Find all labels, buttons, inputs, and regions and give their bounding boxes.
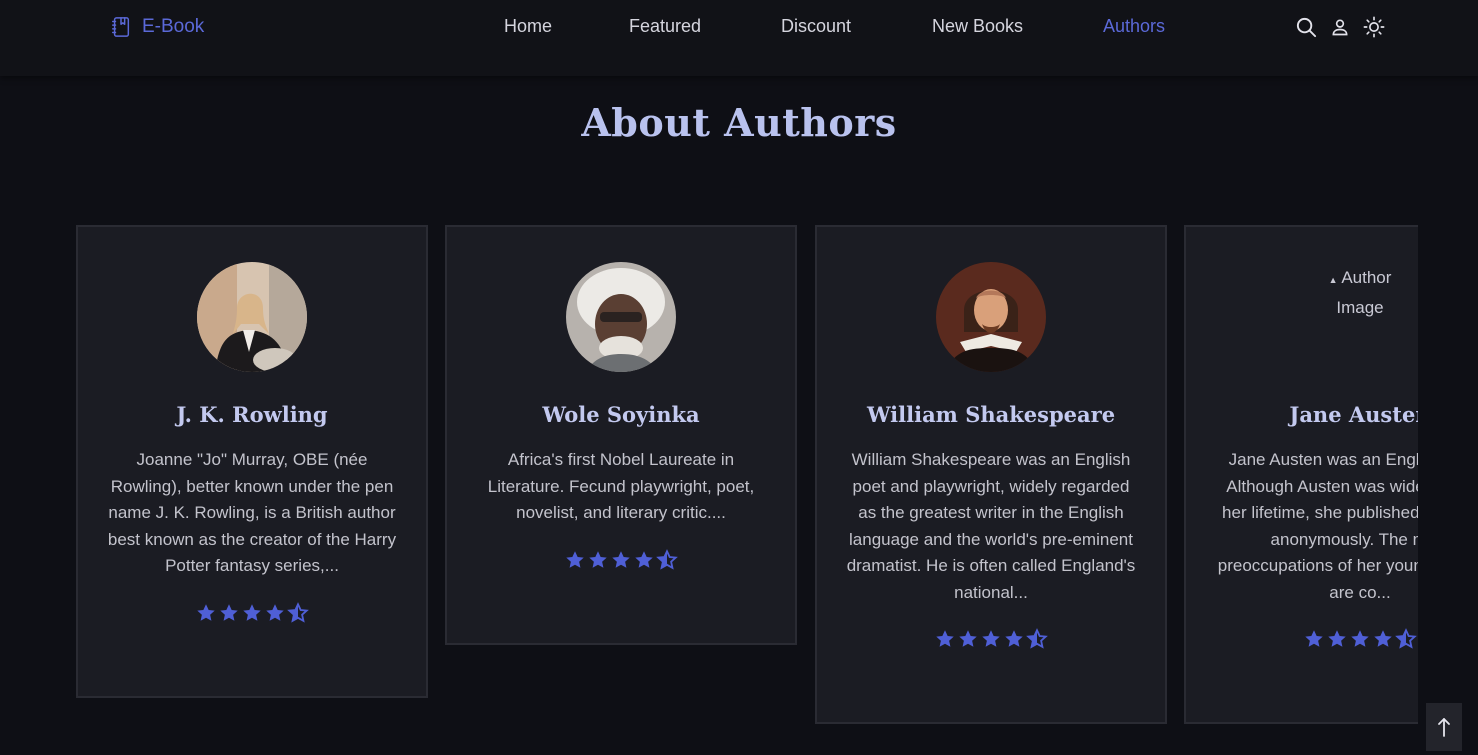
star-icon: [635, 550, 653, 568]
star-half-icon: [287, 601, 309, 623]
star-half-icon: [1026, 628, 1048, 649]
star-icon: [266, 603, 284, 621]
main-nav: Home Featured Discount New Books Authors: [0, 14, 1478, 40]
star-icon: [1351, 630, 1369, 647]
star-icon: [936, 630, 954, 647]
star-icon: [1328, 630, 1346, 647]
author-name: Jane Austen: [1289, 402, 1418, 427]
arrow-up-icon: [1438, 718, 1450, 737]
sun-icon[interactable]: [1362, 15, 1386, 39]
author-card: J. K. Rowling Joanne "Jo" Murray, OBE (n…: [76, 225, 428, 698]
star-icon: [197, 603, 215, 621]
authors-carousel[interactable]: J. K. Rowling Joanne "Jo" Murray, OBE (n…: [76, 225, 1418, 725]
author-description: Africa's first Nobel Laureate in Literat…: [487, 450, 755, 522]
author-name: William Shakespeare: [866, 402, 1116, 427]
star-icon: [1305, 630, 1323, 647]
author-avatar: [566, 262, 676, 372]
broken-image-icon: ▲: [1328, 275, 1338, 285]
author-avatar: [936, 262, 1046, 372]
author-rating: [1186, 628, 1418, 650]
author-name: Wole Soyinka: [542, 402, 700, 427]
star-icon: [959, 630, 977, 647]
star-icon: [566, 550, 584, 568]
star-half-icon: [1395, 628, 1417, 649]
author-description: William Shakespeare was an English poet …: [846, 450, 1136, 602]
author-name: J. K. Rowling: [176, 402, 328, 427]
author-rating: [817, 628, 1165, 650]
star-icon: [243, 603, 261, 621]
star-icon: [612, 550, 630, 568]
user-icon[interactable]: [1328, 15, 1352, 39]
star-icon: [982, 630, 1000, 647]
author-rating: [78, 601, 426, 624]
star-icon: [1374, 630, 1392, 647]
nav-home[interactable]: Home: [504, 16, 552, 37]
nav-featured[interactable]: Featured: [629, 16, 701, 37]
author-card: Wole Soyinka Africa's first Nobel Laurea…: [445, 225, 797, 645]
star-icon: [589, 550, 607, 568]
star-icon: [1005, 630, 1023, 647]
header-actions: [1294, 14, 1386, 40]
nav-authors[interactable]: Authors: [1103, 16, 1165, 37]
author-avatar: [197, 262, 307, 372]
star-icon: [220, 603, 238, 621]
back-to-top-button[interactable]: [1426, 703, 1462, 751]
author-card: William Shakespeare William Shakespeare …: [815, 225, 1167, 724]
nav-new-books[interactable]: New Books: [932, 16, 1023, 37]
author-description: Jane Austen was an English writer. Altho…: [1217, 450, 1418, 602]
author-rating: [447, 548, 795, 571]
nav-discount[interactable]: Discount: [781, 16, 851, 37]
site-header: E-Book Home Featured Discount New Books …: [0, 0, 1478, 76]
author-description: Joanne "Jo" Murray, OBE (née Rowling), b…: [107, 450, 397, 575]
author-image-broken: ▲ Author Image: [1305, 262, 1415, 372]
search-icon[interactable]: [1294, 15, 1318, 39]
author-card: ▲ Author Image Jane Austen Jane Austen w…: [1184, 225, 1418, 724]
star-half-icon: [656, 548, 678, 570]
image-alt-text: Author Image: [1336, 268, 1392, 317]
section-title: About Authors: [581, 100, 897, 145]
